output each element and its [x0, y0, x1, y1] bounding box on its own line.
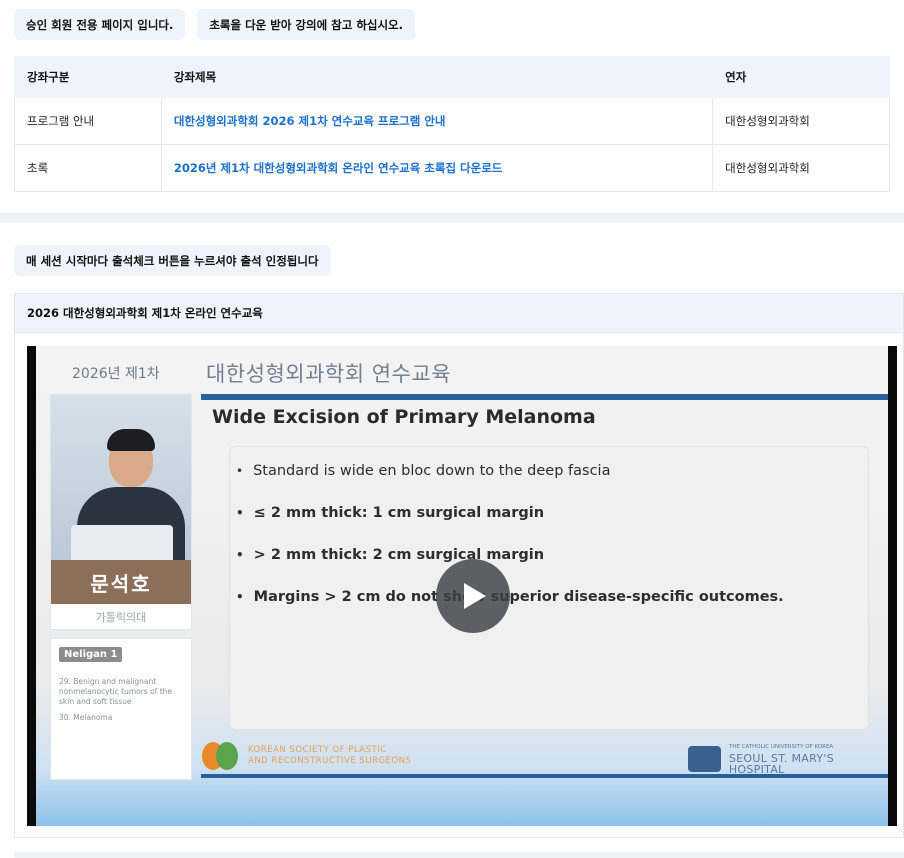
- col-header-title: 강좌제목: [160, 56, 714, 98]
- hospital-logo-name: SEOUL ST. MARY'S HOSPITAL: [728, 752, 834, 776]
- slide-top-rule: [201, 394, 888, 400]
- bottom-divider: [14, 852, 904, 858]
- slide-society-title: 대한성형외과학회 연수교육: [206, 362, 452, 386]
- section-divider: [0, 213, 904, 223]
- speaker-hair: [107, 429, 155, 451]
- slide-bullets: Standard is wide en bloc down to the dee…: [236, 450, 856, 618]
- row-title-cell: 대한성형외과학회 2026 제1차 연수교육 프로그램 안내: [160, 97, 714, 145]
- table-row: 초록 2026년 제1차 대한성형외과학회 온라인 연수교육 초록집 다운로드 …: [14, 144, 890, 192]
- lecture-table: 강좌구분 강좌제목 연자 프로그램 안내 대한성형외과학회 2026 제1차 연…: [14, 56, 890, 192]
- video-section-title: 2026 대한성형외과학회 제1차 온라인 연수교육: [14, 293, 904, 333]
- slide-content-title: Wide Excision of Primary Melanoma: [212, 406, 596, 428]
- topic-item: 30. Melanoma: [59, 713, 113, 722]
- row-speaker: 대한성형외과학회: [712, 144, 890, 192]
- notice-chips: 승인 회원 전용 페이지 입니다. 초록을 다운 받아 강의에 참고 하십시오.: [14, 9, 416, 40]
- members-only-notice: 승인 회원 전용 페이지 입니다.: [14, 9, 186, 40]
- slide-bullet: > 2 mm thick: 2 cm surgical margin: [236, 534, 856, 576]
- program-guide-link[interactable]: 대한성형외과학회 2026 제1차 연수교육 프로그램 안내: [174, 114, 446, 128]
- table-header-row: 강좌구분 강좌제목 연자: [14, 56, 890, 98]
- slide-bullet: Standard is wide en bloc down to the dee…: [236, 450, 856, 492]
- col-header-category: 강좌구분: [14, 56, 162, 98]
- ksprs-mark-icon: [202, 740, 240, 772]
- topic-list: 29. Benign and malignant nonmelanocytic …: [59, 677, 189, 729]
- topic-panel: Neligan 1 29. Benign and malignant nonme…: [50, 638, 192, 780]
- play-icon: [464, 583, 486, 609]
- row-category: 초록: [14, 144, 162, 192]
- row-title-cell: 2026년 제1차 대한성형외과학회 온라인 연수교육 초록집 다운로드: [160, 144, 714, 192]
- video-player[interactable]: 2026년 제1차 대한성형외과학회 연수교육 문석호 가톨릭의대 Neliga…: [27, 346, 897, 826]
- table-row: 프로그램 안내 대한성형외과학회 2026 제1차 연수교육 프로그램 안내 대…: [14, 97, 890, 145]
- ksprs-logo: KOREAN SOCIETY OF PLASTIC AND RECONSTRUC…: [202, 740, 411, 772]
- play-button[interactable]: [436, 559, 510, 633]
- speaker-affiliation: 가톨릭의대: [95, 611, 147, 624]
- row-category: 프로그램 안내: [14, 97, 162, 145]
- row-speaker: 대한성형외과학회: [712, 97, 890, 145]
- speaker-name: 문석호: [51, 560, 191, 604]
- speaker-panel: 문석호 가톨릭의대: [50, 394, 192, 630]
- slide-edition: 2026년 제1차: [72, 366, 160, 382]
- slide-bullet: Margins > 2 cm do not show superior dise…: [236, 576, 856, 618]
- hospital-logo: THE CATHOLIC UNIVERSITY OF KOREA SEOUL S…: [688, 742, 888, 775]
- slide-bullet: ≤ 2 mm thick: 1 cm surgical margin: [236, 492, 856, 534]
- ksprs-logo-line2: AND RECONSTRUCTIVE SURGEONS: [248, 756, 412, 766]
- ksprs-logo-line1: KOREAN SOCIETY OF PLASTIC: [248, 745, 387, 755]
- laptop-icon: [71, 525, 173, 560]
- hospital-mark-icon: [688, 745, 721, 772]
- col-header-speaker: 연자: [712, 56, 890, 98]
- abstract-download-link[interactable]: 2026년 제1차 대한성형외과학회 온라인 연수교육 초록집 다운로드: [174, 161, 503, 175]
- speaker-video: [51, 395, 191, 560]
- topic-badge: Neligan 1: [59, 647, 123, 662]
- attendance-notice: 매 세션 시작마다 출석체크 버튼을 누르셔야 출석 인정됩니다: [14, 245, 331, 276]
- abstract-notice: 초록을 다운 받아 강의에 참고 하십시오.: [197, 9, 416, 40]
- slide-bottom-rule: [201, 774, 888, 778]
- topic-item: 29. Benign and malignant nonmelanocytic …: [59, 677, 173, 706]
